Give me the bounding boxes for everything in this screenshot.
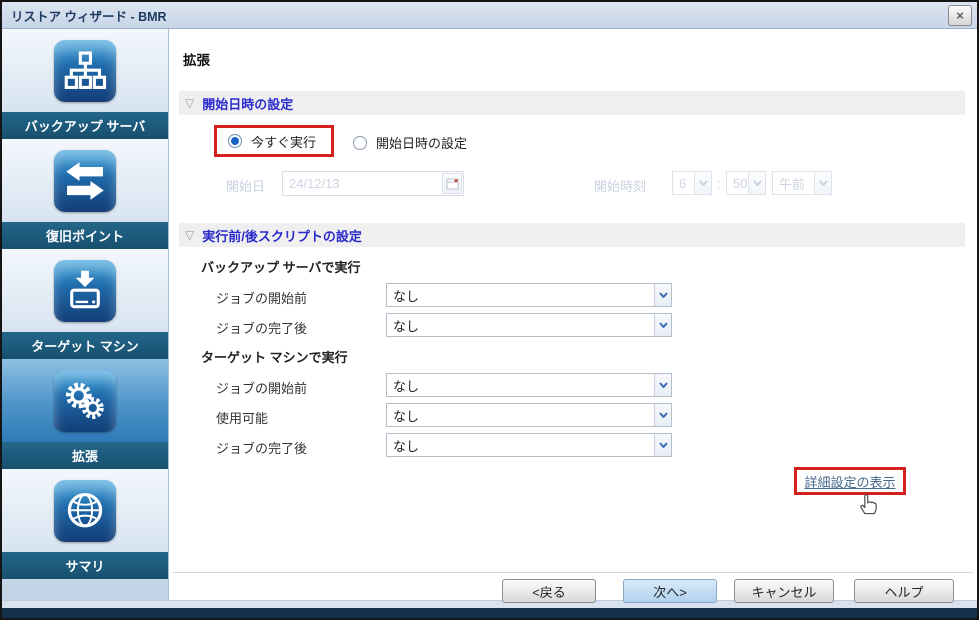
tm-available-select[interactable]: なし xyxy=(386,403,672,427)
wizard-steps-sidebar: バックアップ サーバ 復旧ポイント ターゲット マシン 拡張 サマリ xyxy=(2,29,169,600)
section-title: 開始日時の設定 xyxy=(202,96,294,112)
target-machine-exec-heading: ターゲット マシンで実行 xyxy=(201,350,348,365)
calendar-icon xyxy=(442,173,462,194)
ampm-select: 午前 xyxy=(772,171,832,195)
section-header-scripts[interactable]: ▽ 実行前/後スクリプトの設定 xyxy=(179,223,965,247)
cancel-button[interactable]: キャンセル xyxy=(734,579,834,603)
radio-schedule-label[interactable]: 開始日時の設定 xyxy=(376,133,467,152)
backup-server-exec-heading: バックアップ サーバで実行 xyxy=(201,260,361,275)
start-date-label: 開始日 xyxy=(226,179,266,194)
row-label: ジョブの完了後 xyxy=(216,321,308,336)
sidebar-label-recovery-point[interactable]: 復旧ポイント xyxy=(2,222,168,249)
page-title: 拡張 xyxy=(183,53,210,68)
bottom-navy-bar xyxy=(2,608,977,618)
start-date-value: 24/12/13 xyxy=(289,176,340,191)
close-button[interactable]: × xyxy=(948,5,972,26)
bs-before-job-select[interactable]: なし xyxy=(386,283,672,307)
section-title: 実行前/後スクリプトの設定 xyxy=(202,228,362,244)
row-label: ジョブの完了後 xyxy=(216,441,308,456)
advanced-step-panel: 拡張 ▽ 開始日時の設定 今すぐ実行 開始日時の設定 開始日 24/12/13 xyxy=(169,29,977,603)
chevron-down-icon[interactable] xyxy=(654,284,671,306)
chevron-down-icon[interactable] xyxy=(654,434,671,456)
hour-select: 6 xyxy=(672,171,712,195)
start-date-input: 24/12/13 xyxy=(282,171,464,196)
highlight-box-run-now: 今すぐ実行 xyxy=(214,125,334,157)
sidebar-label-backup-server[interactable]: バックアップ サーバ xyxy=(2,112,168,139)
sidebar-item-summary[interactable]: サマリ xyxy=(2,469,168,579)
minute-select: 50 xyxy=(726,171,766,195)
sync-arrows-icon xyxy=(54,149,116,212)
start-time-label: 開始時刻 xyxy=(594,179,647,194)
gears-icon xyxy=(54,369,116,432)
row-label: ジョブの開始前 xyxy=(216,381,308,396)
restore-disk-icon xyxy=(54,259,116,322)
sidebar-label-advanced[interactable]: 拡張 xyxy=(2,442,168,469)
chevron-down-icon[interactable] xyxy=(654,374,671,396)
footer-divider xyxy=(173,572,973,573)
radio-schedule[interactable] xyxy=(353,135,367,150)
sidebar-label-target-machine[interactable]: ターゲット マシン xyxy=(2,332,168,359)
sidebar-item-recovery-point[interactable]: 復旧ポイント xyxy=(2,139,168,249)
collapse-triangle-icon[interactable]: ▽ xyxy=(185,228,194,242)
section-header-start-datetime[interactable]: ▽ 開始日時の設定 xyxy=(179,91,965,115)
back-button[interactable]: <戻る xyxy=(502,579,596,603)
chevron-down-icon[interactable] xyxy=(654,314,671,336)
time-separator: : xyxy=(717,176,721,191)
sidebar-item-backup-server[interactable]: バックアップ サーバ xyxy=(2,29,168,139)
collapse-triangle-icon[interactable]: ▽ xyxy=(185,96,194,110)
help-button[interactable]: ヘルプ xyxy=(854,579,954,603)
show-advanced-settings-link[interactable]: 詳細設定の表示 xyxy=(804,472,895,491)
network-tree-icon xyxy=(54,39,116,102)
tm-before-job-select[interactable]: なし xyxy=(386,373,672,397)
sidebar-item-target-machine[interactable]: ターゲット マシン xyxy=(2,249,168,359)
row-label: ジョブの開始前 xyxy=(216,291,308,306)
chevron-down-icon xyxy=(748,172,765,194)
hand-cursor-icon xyxy=(857,491,879,521)
radio-run-now[interactable] xyxy=(228,134,242,148)
chevron-down-icon[interactable] xyxy=(654,404,671,426)
sidebar-label-summary[interactable]: サマリ xyxy=(2,552,168,579)
chevron-down-icon xyxy=(814,172,831,194)
titlebar: リストア ウィザード - BMR × xyxy=(2,2,977,29)
highlight-box-advanced-link: 詳細設定の表示 xyxy=(794,467,906,495)
bs-after-job-select[interactable]: なし xyxy=(386,313,672,337)
globe-icon xyxy=(54,479,116,542)
radio-run-now-label[interactable]: 今すぐ実行 xyxy=(251,132,316,151)
chevron-down-icon xyxy=(694,172,711,194)
radio-schedule-option[interactable]: 開始日時の設定 xyxy=(353,133,467,152)
next-button[interactable]: 次へ> xyxy=(623,579,717,603)
tm-after-job-select[interactable]: なし xyxy=(386,433,672,457)
row-label: 使用可能 xyxy=(216,411,269,426)
sidebar-item-advanced[interactable]: 拡張 xyxy=(2,359,168,469)
restore-wizard-dialog: リストア ウィザード - BMR × バックアップ サーバ 復旧ポイント ターゲ… xyxy=(0,0,979,620)
window-title: リストア ウィザード - BMR xyxy=(11,9,167,24)
close-icon: × xyxy=(956,8,964,23)
